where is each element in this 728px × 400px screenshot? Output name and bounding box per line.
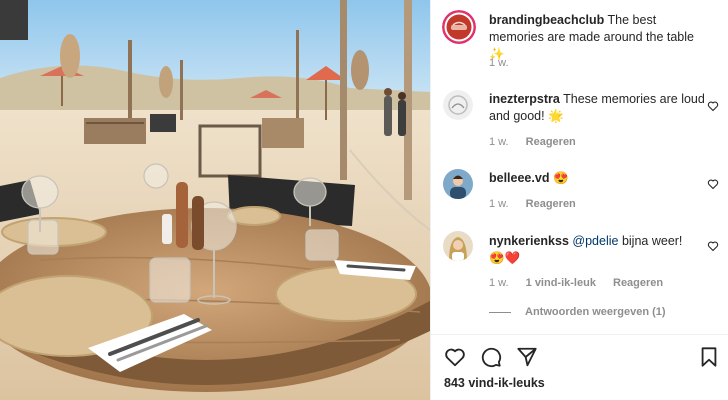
action-bar xyxy=(444,346,720,368)
avatar[interactable] xyxy=(443,231,473,261)
avatar[interactable] xyxy=(443,90,473,120)
comment-likes-count[interactable]: 1 vind-ik-leuk xyxy=(526,277,596,289)
caption-time[interactable]: 1 w. xyxy=(489,57,509,69)
comment-like-heart-icon[interactable] xyxy=(707,240,719,252)
comment-text: nynkerienkss @pdelie bijna weer! 😍❤️ xyxy=(489,233,705,267)
comment-emoji: 😍❤️ xyxy=(489,251,521,265)
comment-username[interactable]: belleee.vd xyxy=(489,171,549,185)
likes-count[interactable]: 843 vind-ik-leuks xyxy=(444,376,545,390)
comment-meta: 1 w. 1 vind-ik-leuk Reageren xyxy=(489,277,663,289)
comment-emoji: 😍 xyxy=(552,171,569,185)
reply-button[interactable]: Reageren xyxy=(526,198,576,210)
reply-button[interactable]: Reageren xyxy=(613,277,663,289)
comment-icon[interactable] xyxy=(480,346,502,368)
comment-mention[interactable]: @pdelie xyxy=(572,234,618,248)
view-replies-label: Antwoorden weergeven (1) xyxy=(525,306,666,318)
actions-divider xyxy=(430,334,728,335)
comment-meta: 1 w. Reageren xyxy=(489,136,576,148)
caption-meta: 1 w. xyxy=(489,57,509,69)
replies-divider xyxy=(489,311,511,313)
view-replies-button[interactable]: Antwoorden weergeven (1) xyxy=(489,306,666,318)
comment-meta: 1 w. Reageren xyxy=(489,198,576,210)
caption-username[interactable]: brandingbeachclub xyxy=(489,13,604,27)
comment-like-heart-icon[interactable] xyxy=(707,178,719,190)
caption-text: brandingbeachclub The best memories are … xyxy=(489,12,705,63)
comments-panel: brandingbeachclub The best memories are … xyxy=(430,0,728,400)
share-icon[interactable] xyxy=(516,346,538,368)
avatar[interactable] xyxy=(443,169,473,199)
comment-like-heart-icon[interactable] xyxy=(707,100,719,112)
comment-time[interactable]: 1 w. xyxy=(489,198,509,210)
avatar[interactable] xyxy=(442,10,476,44)
reply-button[interactable]: Reageren xyxy=(526,136,576,148)
comment-time[interactable]: 1 w. xyxy=(489,277,509,289)
comment-emoji: 🌟 xyxy=(548,109,564,123)
heart-icon[interactable] xyxy=(444,346,466,368)
post-photo[interactable] xyxy=(0,0,430,400)
comment-text: inezterpstra These memories are loud and… xyxy=(489,91,705,125)
comment-username[interactable]: inezterpstra xyxy=(489,92,560,106)
comment-text: belleee.vd 😍 xyxy=(489,170,705,187)
comment-body: bijna weer! xyxy=(621,234,683,248)
bookmark-icon[interactable] xyxy=(698,346,720,368)
comment-username[interactable]: nynkerienkss xyxy=(489,234,569,248)
comment-time[interactable]: 1 w. xyxy=(489,136,509,148)
